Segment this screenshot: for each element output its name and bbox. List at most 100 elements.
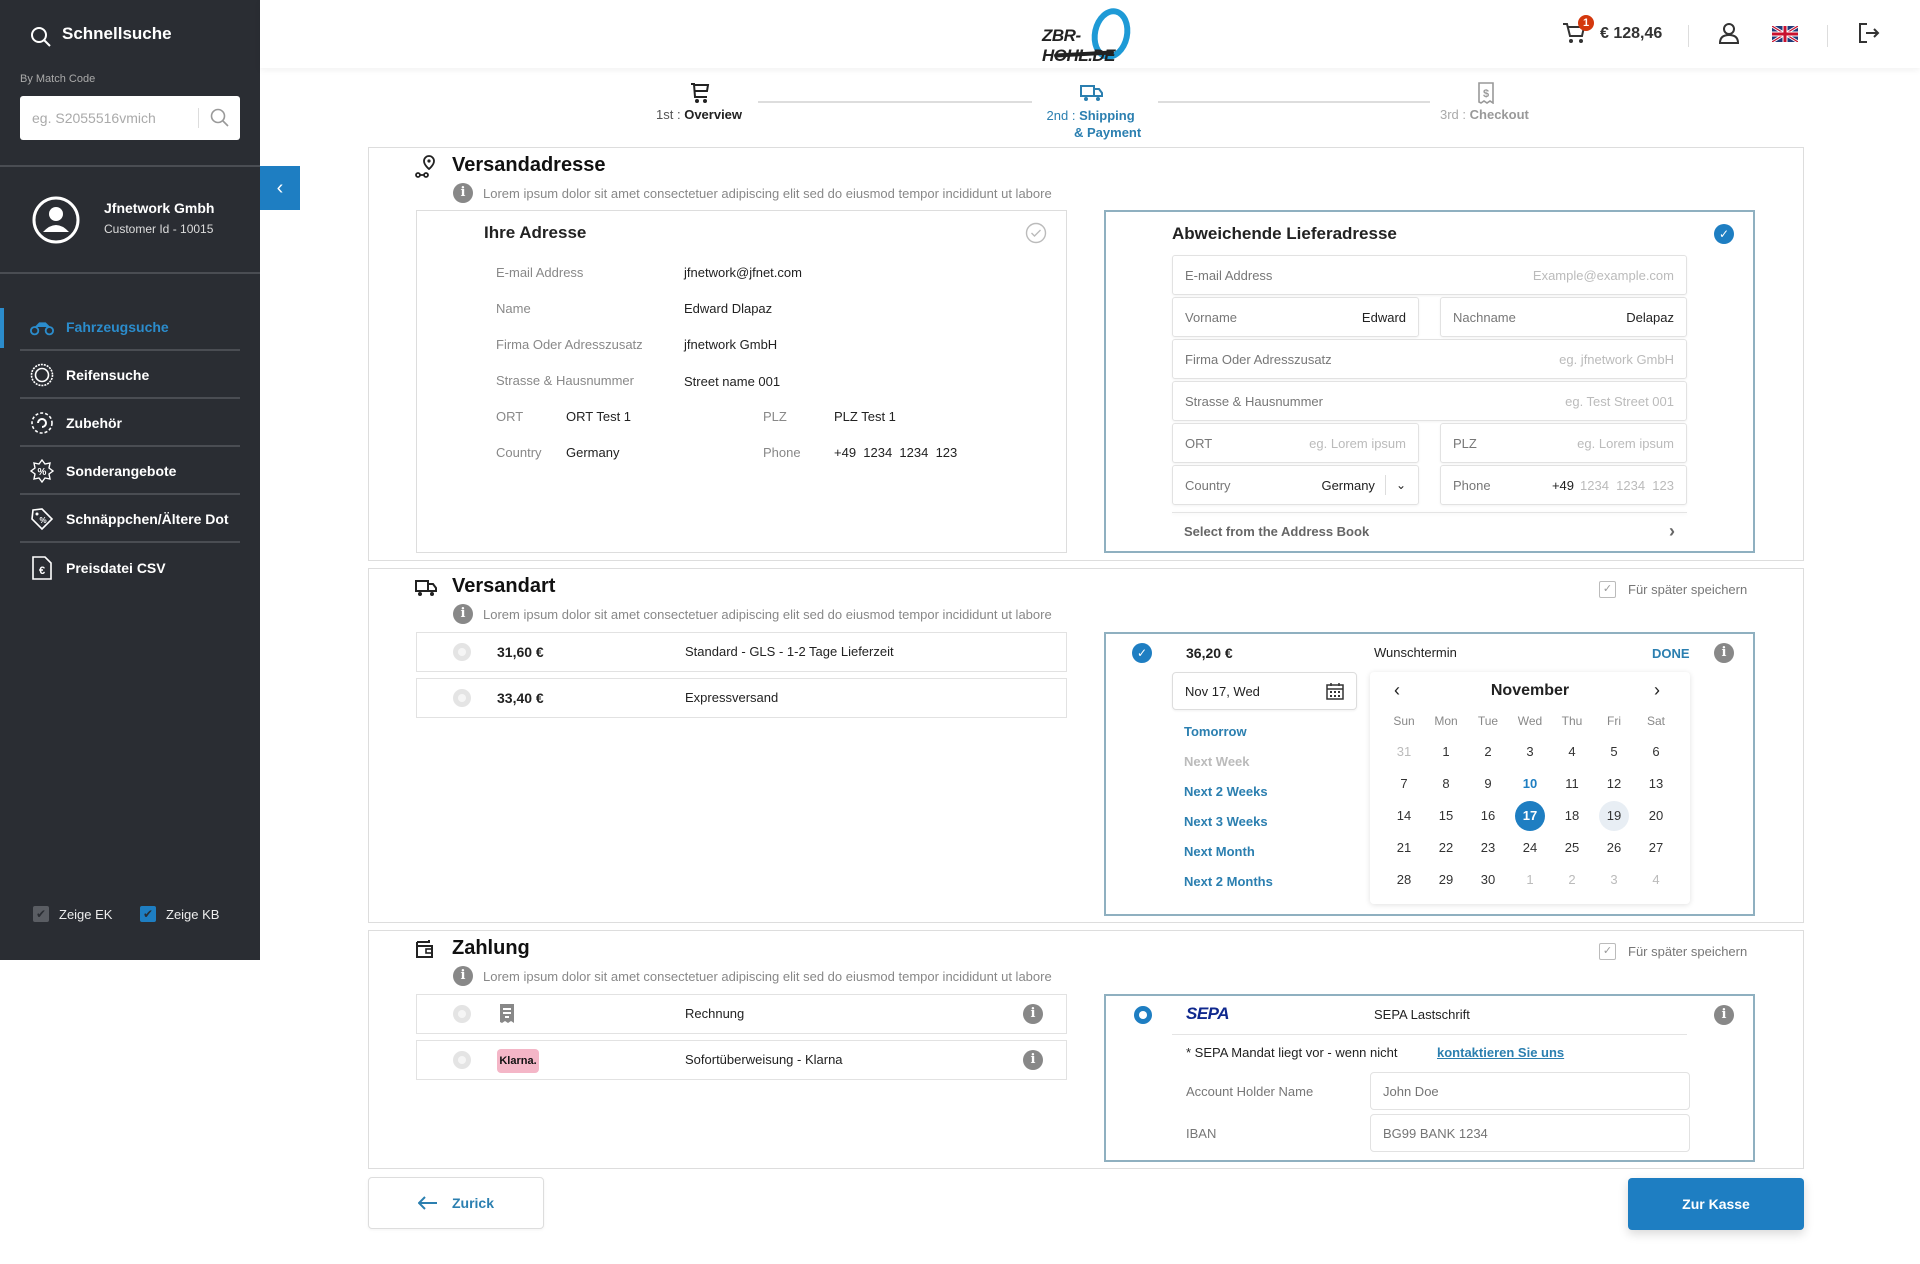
street-input[interactable] (1380, 393, 1674, 409)
show-kb-checkbox[interactable]: ✔ Zeige KB (140, 906, 219, 922)
quick-pick-option[interactable]: Next 2 Weeks (1184, 784, 1268, 799)
calendar-day[interactable]: 3 (1599, 865, 1629, 895)
calendar-day[interactable]: 22 (1431, 833, 1461, 863)
selected-check-icon[interactable]: ✓ (1132, 643, 1152, 663)
checkout-button[interactable]: Zur Kasse (1628, 1178, 1804, 1230)
phone-placeholder[interactable]: 1234 1234 123 (1580, 478, 1674, 493)
email-field[interactable]: E-mail Address (1172, 255, 1687, 295)
step-checkout[interactable]: 3rd : Checkout (1440, 107, 1529, 122)
save-for-later-checkbox[interactable]: ✓ Für später speichern (1599, 943, 1747, 960)
show-ek-checkbox[interactable]: ✔ Zeige EK (33, 906, 112, 922)
done-button[interactable]: DONE (1652, 646, 1690, 661)
nachname-input[interactable] (1541, 309, 1674, 325)
calendar-day[interactable]: 5 (1599, 737, 1629, 767)
info-icon[interactable]: i (1714, 643, 1734, 663)
unselected-check-icon[interactable] (1025, 222, 1047, 244)
calendar-day[interactable]: 10 (1515, 769, 1545, 799)
save-for-later-checkbox[interactable]: ✓ Für später speichern (1599, 581, 1747, 598)
ort-field[interactable]: ORT (1172, 423, 1419, 463)
plz-field[interactable]: PLZ (1440, 423, 1687, 463)
back-button[interactable]: Zurick (368, 1177, 544, 1229)
ort-input[interactable] (1273, 435, 1406, 451)
step-shipping-payment[interactable]: 2nd : Shipping & Payment (1040, 107, 1142, 141)
iban-input[interactable] (1370, 1114, 1690, 1152)
alt-address-card[interactable]: Abweichende Lieferadresse ✓ E-mail Addre… (1104, 210, 1755, 553)
radio-unselected[interactable] (453, 689, 471, 707)
next-month-button[interactable]: › (1654, 680, 1660, 701)
sidebar-item-fahrzeugsuche[interactable]: Fahrzeugsuche (20, 305, 240, 351)
calendar-day[interactable]: 31 (1389, 737, 1419, 767)
shipping-option[interactable]: 31,60 € Standard - GLS - 1-2 Tage Liefer… (416, 632, 1067, 672)
info-icon[interactable]: i (1714, 1005, 1734, 1025)
calendar-day[interactable]: 4 (1557, 737, 1587, 767)
plz-input[interactable] (1541, 435, 1674, 451)
sepa-option-card[interactable]: SEPA SEPA Lastschrift i * SEPA Mandat li… (1104, 994, 1755, 1162)
address-book-link[interactable]: Select from the Address Book › (1172, 514, 1687, 548)
nachname-field[interactable]: Nachname (1440, 297, 1687, 337)
calendar-day[interactable]: 27 (1641, 833, 1671, 863)
sidebar-item-schnaeppchen[interactable]: % Schnäppchen/Ältere Dot (20, 497, 240, 543)
selected-check-icon[interactable]: ✓ (1714, 224, 1734, 244)
calendar-day[interactable]: 14 (1389, 801, 1419, 831)
calendar-day[interactable]: 24 (1515, 833, 1545, 863)
calendar-day[interactable]: 1 (1431, 737, 1461, 767)
calendar-day[interactable]: 26 (1599, 833, 1629, 863)
match-code-input[interactable] (20, 96, 195, 140)
info-icon[interactable]: i (1023, 1050, 1043, 1070)
calendar-day[interactable]: 29 (1431, 865, 1461, 895)
email-input[interactable] (1380, 267, 1674, 283)
calendar-day[interactable]: 4 (1641, 865, 1671, 895)
payment-option[interactable]: Klarna. Sofortüberweisung - Klarna i (416, 1040, 1067, 1080)
calendar-day[interactable]: 6 (1641, 737, 1671, 767)
company-input[interactable] (1380, 351, 1674, 367)
calendar-day[interactable]: 11 (1557, 769, 1587, 799)
quick-pick-option[interactable]: Next 3 Weeks (1184, 814, 1268, 829)
calendar-icon[interactable] (1326, 682, 1344, 700)
calendar-day[interactable]: 8 (1431, 769, 1461, 799)
company-field[interactable]: Firma Oder Adresszusatz (1172, 339, 1687, 379)
calendar-day[interactable]: 19 (1599, 801, 1629, 831)
phone-field[interactable]: Phone +49 1234 1234 123 (1440, 465, 1687, 505)
radio-selected[interactable] (1134, 1006, 1152, 1024)
own-address-card[interactable]: Ihre Adresse E-mail Address jfnetwork@jf… (416, 210, 1067, 553)
calendar-day[interactable]: 2 (1557, 865, 1587, 895)
calendar-day[interactable]: 1 (1515, 865, 1545, 895)
sidebar-item-sonderangebote[interactable]: % Sonderangebote (20, 449, 240, 495)
street-field[interactable]: Strasse & Hausnummer (1172, 381, 1687, 421)
calendar-day[interactable]: 28 (1389, 865, 1419, 895)
calendar-day[interactable]: 7 (1389, 769, 1419, 799)
sidebar-item-zubehoer[interactable]: Zubehör (20, 401, 240, 447)
user-account-icon[interactable] (1718, 22, 1740, 44)
search-icon[interactable] (210, 108, 230, 128)
calendar-day[interactable]: 20 (1641, 801, 1671, 831)
calendar-day[interactable]: 23 (1473, 833, 1503, 863)
info-icon[interactable]: i (1023, 1004, 1043, 1024)
calendar-day[interactable]: 25 (1557, 833, 1587, 863)
calendar-day[interactable]: 16 (1473, 801, 1503, 831)
country-select[interactable]: Country Germany ⌄ (1172, 465, 1419, 505)
calendar-day[interactable]: 3 (1515, 737, 1545, 767)
calendar-day[interactable]: 12 (1599, 769, 1629, 799)
calendar-day[interactable]: 13 (1641, 769, 1671, 799)
calendar-day[interactable]: 15 (1431, 801, 1461, 831)
calendar-day[interactable]: 30 (1473, 865, 1503, 895)
payment-option[interactable]: Rechnung i (416, 994, 1067, 1034)
shipping-option[interactable]: 33,40 € Expressversand (416, 678, 1067, 718)
vorname-input[interactable] (1273, 309, 1406, 325)
radio-unselected[interactable] (453, 1051, 471, 1069)
quick-pick-option[interactable]: Next Month (1184, 844, 1255, 859)
radio-unselected[interactable] (453, 1005, 471, 1023)
uk-flag-icon[interactable] (1772, 26, 1798, 42)
logout-icon[interactable] (1858, 22, 1880, 44)
logo[interactable]: ZBR-HOHL.DE (1040, 4, 1150, 65)
calendar-day[interactable]: 9 (1473, 769, 1503, 799)
step-overview[interactable]: 1st : Overview (656, 107, 742, 122)
calendar-day[interactable]: 2 (1473, 737, 1503, 767)
contact-us-link[interactable]: kontaktieren Sie uns (1437, 1045, 1564, 1060)
sidebar-item-reifensuche[interactable]: Reifensuche (20, 353, 240, 399)
calendar-day[interactable]: 18 (1557, 801, 1587, 831)
vorname-field[interactable]: Vorname (1172, 297, 1419, 337)
quick-pick-option[interactable]: Next 2 Months (1184, 874, 1273, 889)
calendar-day[interactable]: 21 (1389, 833, 1419, 863)
quick-pick-option[interactable]: Tomorrow (1184, 724, 1247, 739)
